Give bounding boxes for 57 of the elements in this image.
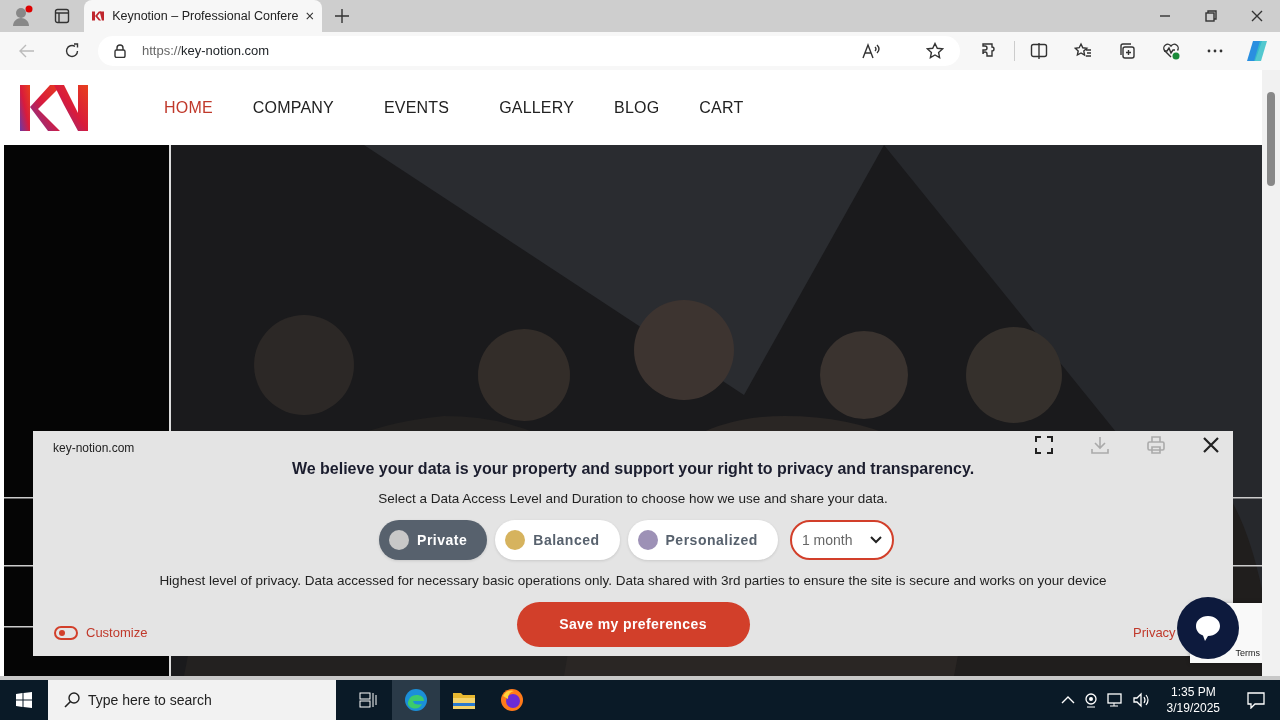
save-button[interactable]: Save my preferences	[516, 601, 750, 647]
customize-label[interactable]: Customize	[86, 623, 148, 643]
logo[interactable]	[20, 84, 88, 131]
site-name: key-notion.com	[53, 440, 135, 457]
collections-icon[interactable]	[1118, 42, 1136, 60]
notifications-icon[interactable]	[1247, 691, 1265, 709]
network-icon[interactable]	[1106, 692, 1125, 708]
level-option[interactable]: Balanced	[495, 520, 620, 561]
nav-link[interactable]: CART	[699, 95, 744, 120]
customize-toggle[interactable]	[54, 625, 78, 640]
profile-icon[interactable]	[11, 5, 33, 27]
read-aloud-icon[interactable]	[862, 43, 880, 59]
close-icon[interactable]	[1251, 10, 1263, 22]
level-description: Highest level of privacy. Data accessed for necessary basic operations only. Data shared with 3rd parties to ensure the site is secure and works on your device	[159, 573, 1107, 589]
favorites-icon[interactable]	[1074, 42, 1092, 60]
webcam-icon[interactable]	[1082, 692, 1099, 708]
chat-bubble-icon	[1193, 613, 1223, 643]
nav-link[interactable]: COMPANY	[252, 95, 334, 120]
terms-link[interactable]: Terms	[1235, 646, 1260, 660]
split-screen-icon[interactable]	[1030, 42, 1048, 60]
nav-link[interactable]: GALLERY	[499, 95, 575, 120]
clock-date[interactable]: 3/19/2025	[1166, 700, 1220, 716]
chevron-icon	[869, 536, 882, 545]
dialog-heading: We believe your data is your property and support your right to privacy and transparency.	[291, 460, 975, 477]
windows-start-icon[interactable]	[16, 692, 32, 708]
clock-time[interactable]: 1:35 PM	[1166, 684, 1220, 700]
close-icon[interactable]	[306, 11, 314, 21]
privacy-link[interactable]: Privacy	[1133, 623, 1176, 643]
new-tab-icon[interactable]	[335, 9, 349, 23]
tab-title: Keynotion – Professional Confere	[112, 7, 299, 25]
site-favicon	[92, 10, 105, 22]
chevron-up-icon[interactable]	[1060, 695, 1075, 705]
nav-link[interactable]: BLOG	[614, 95, 660, 120]
browser-tab[interactable]: Keynotion – Professional Confere	[84, 0, 322, 32]
volume-icon[interactable]	[1132, 692, 1151, 708]
close-icon[interactable]	[1203, 437, 1219, 453]
level-option[interactable]: Personalized	[627, 520, 778, 561]
task-view-icon[interactable]	[359, 692, 377, 708]
firefox-browser-icon[interactable]	[500, 688, 524, 712]
search-icon	[64, 692, 80, 708]
lock-icon	[114, 44, 126, 58]
refresh-icon[interactable]	[64, 43, 80, 59]
edge-browser-icon[interactable]	[404, 688, 428, 712]
fullscreen-icon[interactable]	[1035, 436, 1053, 454]
duration-select[interactable]: 1 month	[789, 520, 894, 561]
dialog-subheading: Select a Data Access Level and Duration to choose how we use and share your data.	[378, 491, 888, 506]
restore-icon[interactable]	[1205, 10, 1217, 22]
level-option[interactable]: Private	[379, 520, 488, 561]
health-icon[interactable]	[1162, 42, 1180, 60]
taskbar-search[interactable]: Type here to search	[48, 680, 336, 720]
nav-link[interactable]: EVENTS	[383, 95, 450, 120]
scrollbar[interactable]	[1262, 70, 1280, 676]
favorite-star-icon[interactable]	[926, 42, 944, 60]
tab-actions-icon[interactable]	[54, 8, 70, 24]
folder-icon[interactable]	[452, 690, 476, 710]
nav-link[interactable]: HOME	[164, 95, 213, 120]
copilot-icon[interactable]	[1245, 40, 1269, 62]
